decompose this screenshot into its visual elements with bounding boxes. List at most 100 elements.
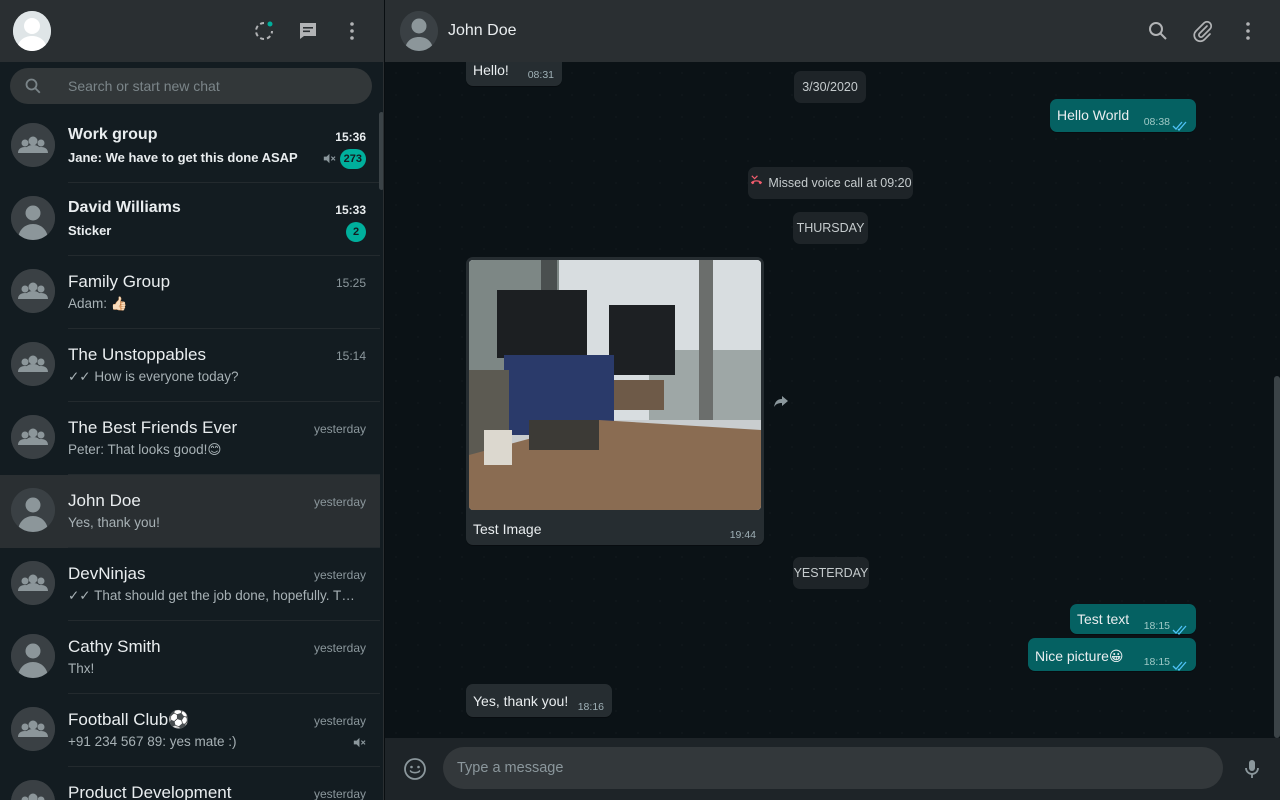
system-text: THURSDAY (796, 221, 865, 235)
system-text: YESTERDAY (793, 566, 869, 580)
incoming-message[interactable]: Yes, thank you! 18:16 (466, 684, 612, 717)
emoji-icon[interactable] (403, 757, 427, 781)
search-bar (0, 62, 383, 110)
message-text: Test Image (473, 521, 542, 537)
message-text: Nice picture😀 (1035, 648, 1124, 664)
chat-time: yesterday (313, 641, 366, 655)
message-time: 18:16 (577, 701, 604, 713)
chat-name: Cathy Smith (68, 637, 161, 656)
chat-preview: ✓✓ How is everyone today? (68, 369, 239, 384)
group-avatar (11, 780, 55, 800)
chat-item[interactable]: The Best Friends Ever yesterday Peter: Tha… (0, 402, 380, 475)
group-avatar (11, 269, 55, 313)
missed-call-notice: Missed voice call at 09:20 (748, 167, 913, 199)
chat-item[interactable]: John Doe yesterday Yes, thank you! (0, 475, 380, 548)
chat-preview: Yes, thank you! (68, 515, 160, 530)
status-icon[interactable] (252, 19, 276, 43)
chat-name: DevNinjas (68, 564, 146, 583)
incoming-message[interactable]: Hello! 08:31 (466, 62, 562, 86)
message-area[interactable]: Hello! 08:31 3/30/2020 Hello World 08:38 Miss… (385, 62, 1280, 738)
message-input[interactable] (457, 747, 1207, 789)
forward-icon[interactable] (771, 391, 791, 411)
chat-item[interactable]: DevNinjas yesterday ✓✓ That should get the… (0, 548, 380, 621)
chat-item[interactable]: Football Club⚽ yesterday +91 234 567 89: y… (0, 694, 380, 767)
message-time: 18:15 (1143, 656, 1170, 668)
contact-avatar[interactable] (400, 11, 438, 51)
search-box[interactable] (10, 68, 372, 104)
outgoing-message[interactable]: Test text 18:15 (1070, 604, 1196, 635)
unread-badge: 2 (346, 222, 366, 242)
attach-icon[interactable] (1191, 19, 1215, 43)
sidebar: Work group 15:36 Jane: We have to get this… (0, 0, 384, 800)
group-avatar (11, 561, 55, 605)
image-message[interactable]: Test Image 19:44 (466, 257, 764, 545)
chat-preview: ✓✓ That should get the job done, hopeful… (68, 588, 358, 603)
chat-preview: +91 234 567 89: yes mate :) (68, 734, 237, 749)
chat-preview: Thx! (68, 661, 95, 676)
muted-icon (351, 735, 366, 750)
my-avatar[interactable] (13, 11, 51, 51)
message-text: Yes, thank you! (473, 693, 569, 709)
chat-item[interactable]: David Williams 15:33 Sticker 2 (0, 183, 380, 256)
date-divider: 3/30/2020 (794, 71, 866, 103)
chat-list-scrollbar[interactable] (379, 112, 383, 190)
group-avatar (11, 707, 55, 751)
chat-item[interactable]: The Unstoppables 15:14 ✓✓ How is everyone … (0, 329, 380, 402)
message-input-box[interactable] (443, 747, 1223, 789)
chat-item[interactable]: Work group 15:36 Jane: We have to get this… (0, 110, 380, 183)
chat-name: Football Club⚽ (68, 710, 190, 729)
chat-preview: Sticker (68, 223, 112, 238)
message-time: 19:44 (729, 529, 756, 541)
outgoing-message[interactable]: Hello World 08:38 (1050, 99, 1196, 132)
conversation-header: John Doe (385, 0, 1280, 62)
new-chat-icon[interactable] (296, 19, 320, 43)
chat-name: The Unstoppables (68, 345, 206, 364)
message-time: 18:15 (1143, 620, 1170, 632)
sidebar-header (0, 0, 383, 62)
chat-name: The Best Friends Ever (68, 418, 238, 437)
unread-badge: 273 (339, 149, 366, 169)
contact-avatar (11, 634, 55, 678)
system-text: 3/30/2020 (802, 80, 858, 94)
read-receipt-icon (1172, 622, 1188, 635)
chat-name: Product Development (68, 783, 232, 800)
group-avatar (11, 342, 55, 386)
message-image[interactable] (469, 260, 761, 510)
outgoing-message[interactable]: Nice picture😀 18:15 (1028, 638, 1196, 671)
search-input[interactable] (68, 68, 358, 104)
chat-time: yesterday (313, 714, 366, 728)
group-avatar (11, 123, 55, 167)
chat-name: Family Group (68, 272, 171, 291)
messages-scrollbar[interactable] (1274, 376, 1280, 738)
microphone-icon[interactable] (1240, 757, 1264, 781)
conversation-menu-icon[interactable] (1236, 19, 1260, 43)
chat-item[interactable]: Cathy Smith yesterday Thx! (0, 621, 380, 694)
missed-call-icon (749, 168, 764, 200)
group-avatar (11, 415, 55, 459)
chat-item[interactable]: Family Group 15:25 Adam: 👍🏻 (0, 256, 380, 329)
contact-name[interactable]: John Doe (448, 22, 517, 40)
chat-item[interactable]: Product Development yesterday (0, 767, 380, 800)
chat-name: John Doe (68, 491, 141, 510)
chat-name: Work group (68, 126, 158, 143)
conversation-pane: John Doe Hello! 08:31 3/30/2020 Hello World… (385, 0, 1280, 800)
chat-time: 15:36 (335, 130, 366, 144)
menu-icon[interactable] (340, 19, 364, 43)
date-divider: YESTERDAY (793, 557, 869, 589)
chat-preview: Jane: We have to get this done ASAP (68, 150, 298, 165)
chat-time: 15:14 (335, 349, 366, 363)
chat-name: David Williams (68, 199, 181, 216)
message-text: Hello World (1057, 107, 1130, 123)
chat-time: yesterday (313, 422, 366, 436)
search-messages-icon[interactable] (1146, 19, 1170, 43)
message-time: 08:31 (527, 69, 554, 81)
system-text: Missed voice call at 09:20 (768, 176, 912, 190)
date-divider: THURSDAY (793, 212, 868, 244)
read-receipt-icon (1172, 118, 1188, 131)
composer (385, 738, 1280, 800)
contact-avatar (11, 196, 55, 240)
chat-preview: Peter: That looks good!😊 (68, 442, 222, 457)
message-text: Test text (1077, 611, 1130, 627)
chat-time: yesterday (313, 568, 366, 582)
chat-time: yesterday (313, 787, 366, 800)
